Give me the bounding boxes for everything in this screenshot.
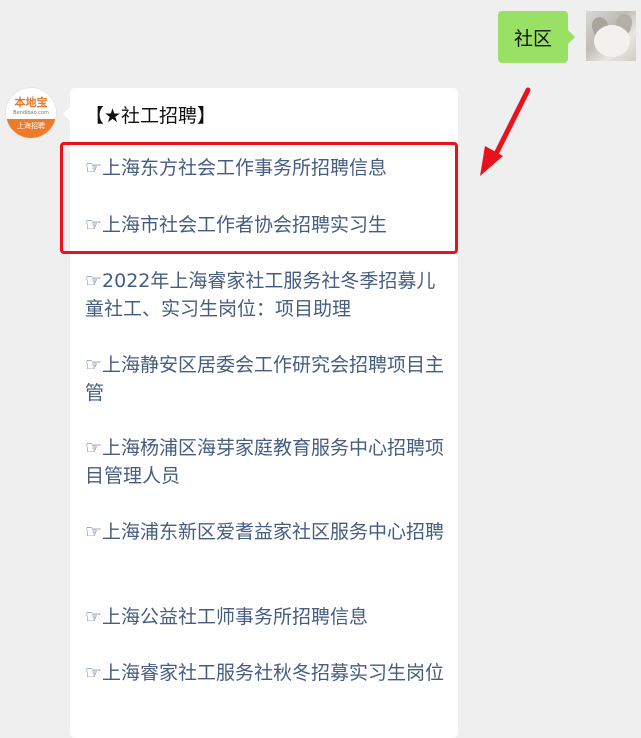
highlight-box bbox=[60, 142, 458, 254]
message-title: 【★社工招聘】 bbox=[85, 105, 217, 127]
brand-band-text: 上海招聘 bbox=[6, 119, 56, 138]
brand-domain-text: Bendibao.com bbox=[13, 110, 49, 116]
job-link-3[interactable]: ☞2022年上海睿家社工服务社冬季招募儿童社工、实习生岗位：项目助理 bbox=[85, 267, 447, 323]
cat-face bbox=[594, 25, 630, 57]
job-link-6[interactable]: ☞上海浦东新区爱耆益家社区服务中心招聘 bbox=[85, 518, 447, 546]
job-link-5[interactable]: ☞上海杨浦区海芽家庭教育服务中心招聘项目管理人员 bbox=[85, 434, 447, 490]
brand-logo-text: 本地宝 bbox=[14, 96, 48, 109]
user-avatar[interactable] bbox=[586, 11, 636, 61]
job-link-8[interactable]: ☞上海睿家社工服务社秋冬招募实习生岗位 bbox=[85, 659, 447, 687]
user-message-text: 社区 bbox=[513, 27, 552, 50]
job-link-7[interactable]: ☞上海公益社工师事务所招聘信息 bbox=[85, 603, 447, 631]
user-message-bubble[interactable]: 社区 bbox=[498, 11, 575, 63]
bot-avatar[interactable]: 本地宝 Bendibao.com 上海招聘 bbox=[6, 88, 56, 138]
job-link-4[interactable]: ☞上海静安区居委会工作研究会招聘项目主管 bbox=[85, 351, 447, 407]
